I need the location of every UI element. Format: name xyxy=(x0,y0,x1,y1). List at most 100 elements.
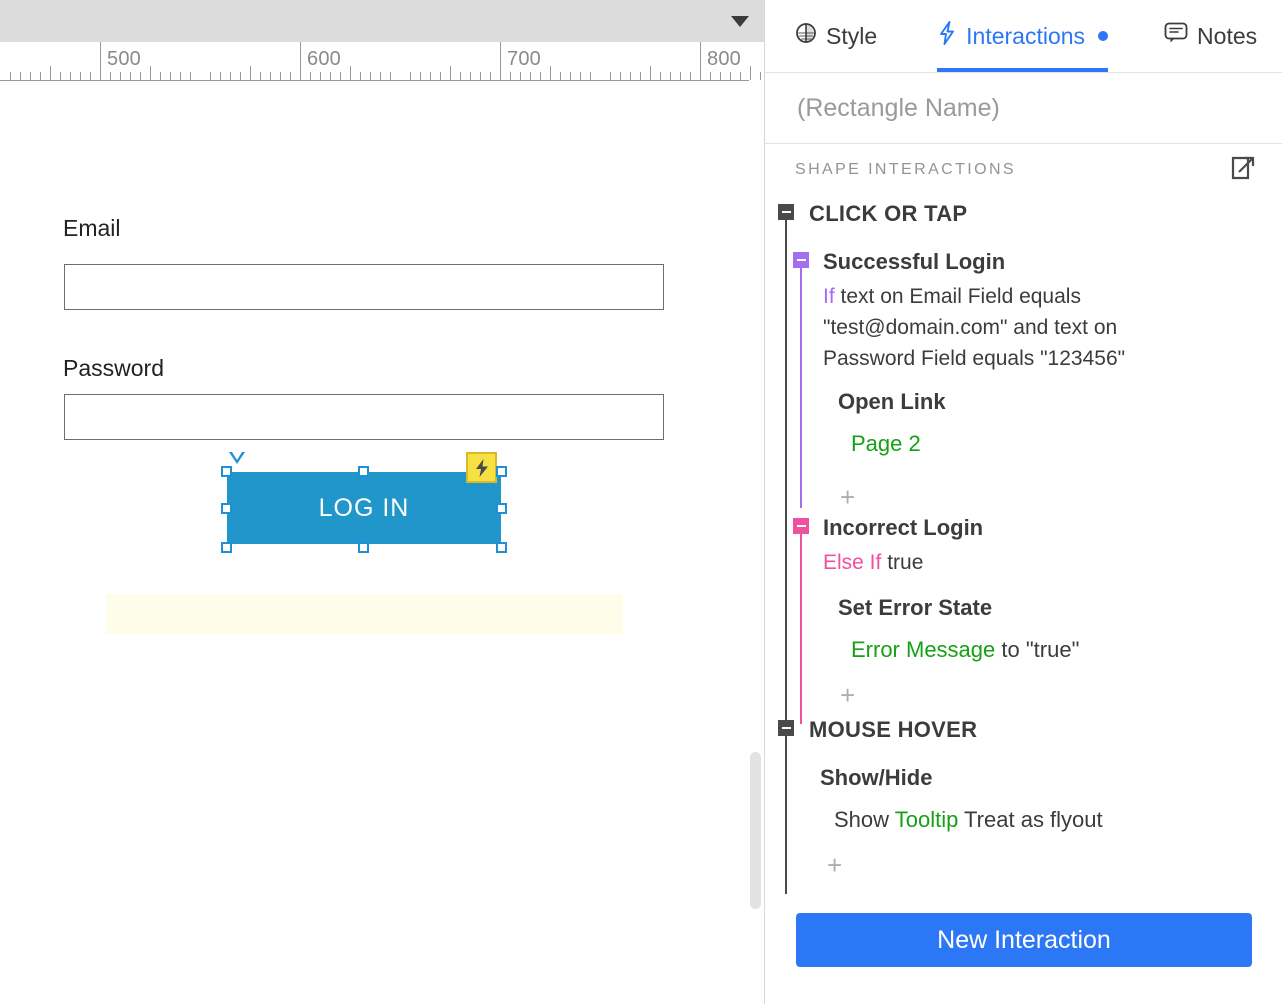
tab-notes[interactable]: Notes xyxy=(1164,0,1257,72)
ruler-tick xyxy=(690,72,691,80)
tab-style-label: Style xyxy=(826,23,877,50)
ruler-label: 800 xyxy=(707,48,741,71)
ruler-major-tick xyxy=(700,42,701,80)
ruler-tick xyxy=(380,72,381,80)
ruler-tick xyxy=(580,72,581,80)
ruler-tick xyxy=(60,72,61,80)
widget-name-input[interactable] xyxy=(795,93,1219,124)
case-title[interactable]: Incorrect Login xyxy=(823,515,983,541)
ruler-tick xyxy=(290,72,291,80)
horizontal-ruler[interactable]: 500600700800 xyxy=(0,42,765,81)
ruler-tick xyxy=(550,66,551,80)
section-title: SHAPE INTERACTIONS xyxy=(795,161,1016,179)
ruler-tick xyxy=(160,72,161,80)
action-title[interactable]: Set Error State xyxy=(838,595,992,621)
ruler-tick xyxy=(570,72,571,80)
ruler-tick xyxy=(430,72,431,80)
ruler-tick xyxy=(130,72,131,80)
active-tab-underline xyxy=(937,68,1108,72)
ruler-tick xyxy=(120,72,121,80)
collapse-toggle-click-or-tap[interactable] xyxy=(778,204,794,220)
ruler-tick xyxy=(450,66,451,80)
ruler-tick xyxy=(230,72,231,80)
note-bubble-icon xyxy=(1164,22,1188,50)
ruler-tick xyxy=(470,72,471,80)
event-rail xyxy=(785,220,787,724)
add-action-button[interactable]: + xyxy=(840,484,855,510)
resize-handle-nw[interactable] xyxy=(221,466,232,477)
action-title[interactable]: Open Link xyxy=(838,389,946,415)
ruler-tick xyxy=(310,72,311,80)
email-field[interactable] xyxy=(64,264,664,310)
ruler-tick xyxy=(170,72,171,80)
event-title: MOUSE HOVER xyxy=(809,717,977,743)
ruler-tick xyxy=(280,72,281,80)
collapse-toggle-successful-login[interactable] xyxy=(793,252,809,268)
login-button[interactable]: LOG IN xyxy=(227,472,501,544)
ruler-tick xyxy=(320,72,321,80)
lightning-bolt-icon[interactable] xyxy=(466,452,497,483)
chevron-down-icon[interactable] xyxy=(731,16,749,27)
resize-handle-w[interactable] xyxy=(221,503,232,514)
condition-body: text on Email Field equals "test@domain.… xyxy=(823,285,1125,370)
lightning-bolt-icon xyxy=(937,21,957,51)
external-link-icon[interactable] xyxy=(1230,155,1256,186)
condition-body: true xyxy=(881,551,923,574)
tab-style[interactable]: Style xyxy=(795,0,877,72)
ruler-tick xyxy=(520,72,521,80)
ruler-tick xyxy=(20,72,21,80)
ruler-tick xyxy=(210,72,211,80)
canvas-area[interactable]: 500600700800 Email Password LOG IN xyxy=(0,0,765,1004)
ruler-tick xyxy=(670,72,671,80)
error-message-box[interactable] xyxy=(106,594,623,634)
canvas-toolbar-band xyxy=(0,0,765,42)
ruler-tick xyxy=(50,66,51,80)
action-target-suffix: Treat as flyout xyxy=(958,807,1102,832)
collapse-toggle-incorrect-login[interactable] xyxy=(793,518,809,534)
ruler-label: 600 xyxy=(307,48,341,71)
action-target[interactable]: Page 2 xyxy=(851,431,921,457)
ruler-tick xyxy=(10,72,11,80)
scrollbar-thumb[interactable] xyxy=(750,752,761,909)
interactions-list[interactable]: CLICK OR TAP Successful Login If text on… xyxy=(765,196,1282,1004)
style-icon xyxy=(795,22,817,50)
ruler-tick xyxy=(510,72,511,80)
ruler-tick xyxy=(620,72,621,80)
ruler-tick xyxy=(560,72,561,80)
collapse-toggle-mouse-hover[interactable] xyxy=(778,720,794,736)
resize-handle-n[interactable] xyxy=(358,466,369,477)
canvas-vertical-scrollbar[interactable] xyxy=(749,80,765,1004)
ruler-tick xyxy=(360,72,361,80)
resize-handle-se[interactable] xyxy=(496,542,507,553)
ruler-tick xyxy=(350,66,351,80)
action-target[interactable]: Error Message to "true" xyxy=(851,637,1079,663)
add-action-button[interactable]: + xyxy=(840,682,855,708)
ruler-tick xyxy=(750,66,751,80)
action-title[interactable]: Show/Hide xyxy=(820,765,932,791)
tab-interactions[interactable]: Interactions xyxy=(937,0,1108,72)
password-field[interactable] xyxy=(64,394,664,440)
resize-handle-s[interactable] xyxy=(358,542,369,553)
new-interaction-button[interactable]: New Interaction xyxy=(796,913,1252,967)
ruler-tick xyxy=(730,72,731,80)
ruler-tick xyxy=(540,72,541,80)
resize-handle-e[interactable] xyxy=(496,503,507,514)
event-title: CLICK OR TAP xyxy=(809,201,967,227)
rotate-handle[interactable] xyxy=(229,452,245,464)
ruler-tick xyxy=(330,72,331,80)
action-target[interactable]: Show Tooltip Treat as flyout xyxy=(834,807,1103,833)
ruler-tick xyxy=(390,72,391,80)
ruler-tick xyxy=(490,72,491,80)
case-rail xyxy=(800,534,802,724)
ruler-tick xyxy=(590,72,591,80)
resize-handle-ne[interactable] xyxy=(496,466,507,477)
ruler-tick xyxy=(370,72,371,80)
widget-name-row xyxy=(765,73,1282,144)
case-title[interactable]: Successful Login xyxy=(823,249,1005,275)
add-action-button[interactable]: + xyxy=(827,852,842,878)
tab-notes-label: Notes xyxy=(1197,23,1257,50)
action-target-label: Tooltip xyxy=(895,807,959,832)
ruler-label: 500 xyxy=(107,48,141,71)
resize-handle-sw[interactable] xyxy=(221,542,232,553)
ruler-major-tick xyxy=(500,42,501,80)
